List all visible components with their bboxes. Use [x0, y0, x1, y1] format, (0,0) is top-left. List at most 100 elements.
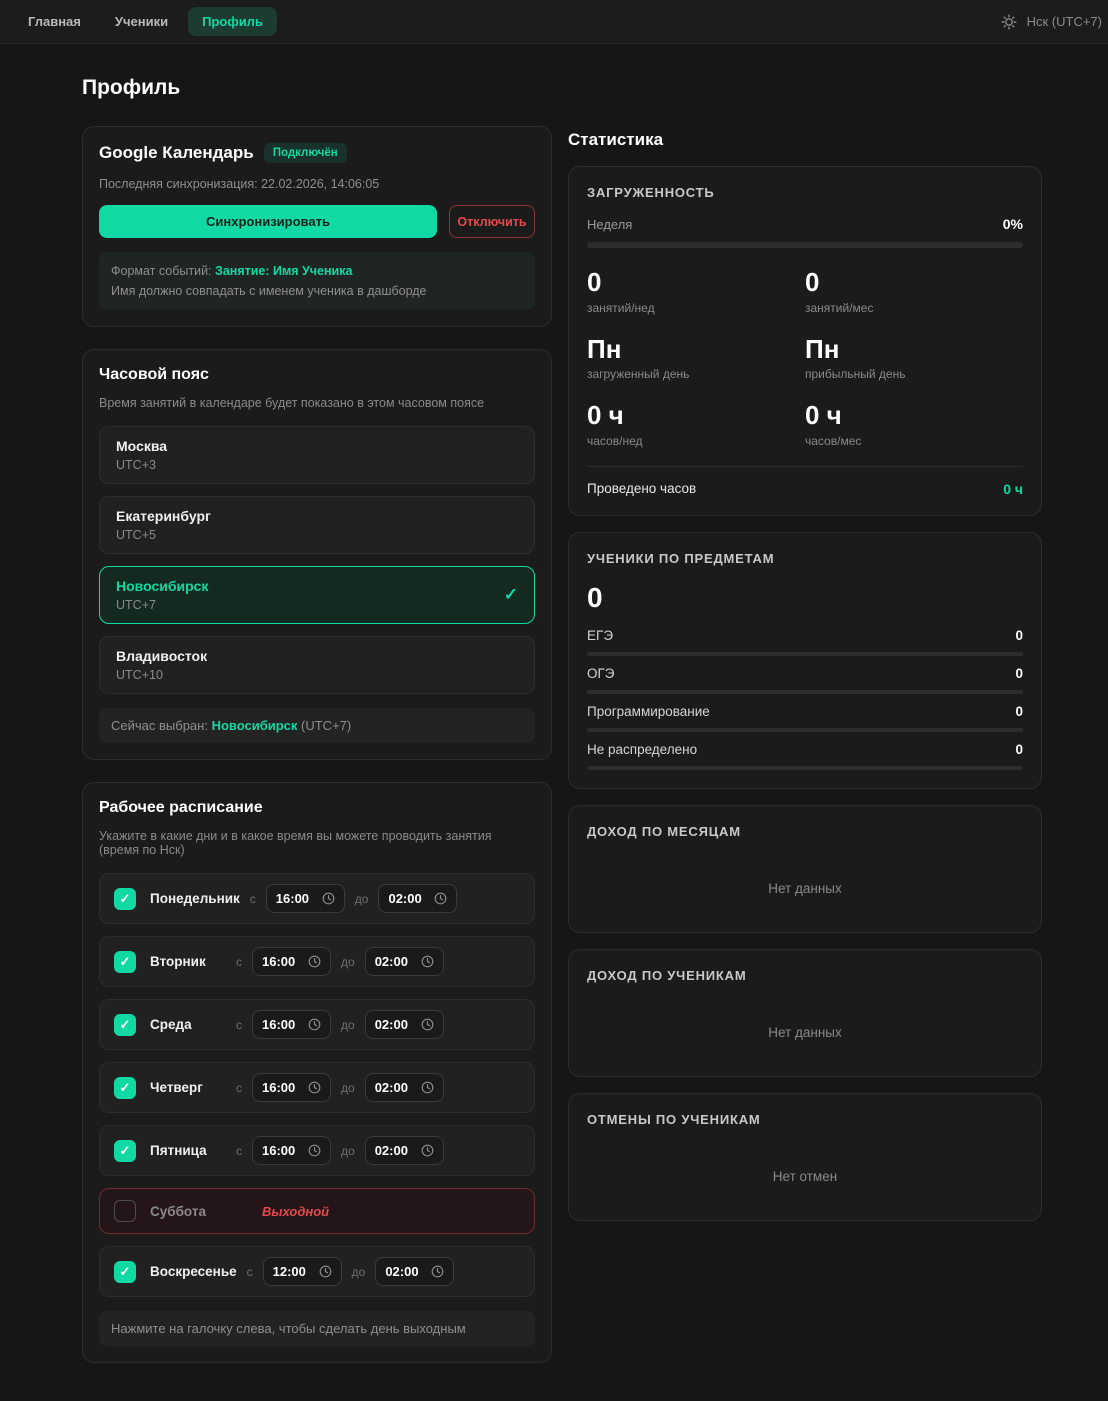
from-label: с: [236, 955, 242, 969]
subject-value: 0: [1015, 742, 1023, 757]
time-from-input[interactable]: [252, 1010, 331, 1039]
left-column: Google Календарь Подключён Последняя син…: [82, 126, 552, 1385]
load-metric: Пн загруженный день: [587, 335, 805, 382]
time-to-input[interactable]: [378, 884, 457, 913]
time-to-input[interactable]: [365, 1010, 444, 1039]
subject-value: 0: [1015, 666, 1023, 681]
time-from-input[interactable]: [263, 1257, 342, 1286]
timezone-option[interactable]: Москва UTC+3: [99, 426, 535, 484]
subject-row: ЕГЭ 0: [587, 628, 1023, 656]
day-checkbox[interactable]: ✓: [114, 1140, 136, 1162]
current-timezone-hint: Сейчас выбран: Новосибирск (UTC+7): [99, 708, 535, 743]
metric-value: 0: [587, 268, 805, 297]
load-metric: 0 занятий/мес: [805, 268, 1023, 315]
day-checkbox[interactable]: ✓: [114, 1014, 136, 1036]
schedule-card-title: Рабочее расписание: [99, 799, 535, 817]
subject-progress-bar: [587, 652, 1023, 656]
load-card-title: ЗАГРУЖЕННОСТЬ: [587, 185, 1023, 200]
time-from-input[interactable]: [252, 1136, 331, 1165]
nav-tab[interactable]: Ученики: [101, 7, 182, 36]
statistics-column: Статистика ЗАГРУЖЕННОСТЬ Неделя 0% 0 зан…: [568, 126, 1042, 1237]
day-checkbox[interactable]: ✓: [114, 888, 136, 910]
nav-tabs: Главная Ученики Профиль: [14, 7, 277, 36]
subject-progress-bar: [587, 690, 1023, 694]
check-icon: ✓: [120, 1080, 131, 1096]
subject-label: Не распределено: [587, 742, 697, 757]
from-label: с: [247, 1265, 253, 1279]
timezone-option[interactable]: Екатеринбург UTC+5: [99, 496, 535, 554]
load-stats-card: ЗАГРУЖЕННОСТЬ Неделя 0% 0 занятий/нед 0: [568, 166, 1042, 516]
disconnect-button[interactable]: Отключить: [449, 205, 535, 238]
timezone-option[interactable]: Новосибирск UTC+7 ✓: [99, 566, 535, 624]
day-checkbox[interactable]: ✓: [114, 1077, 136, 1099]
timezone-city: Екатеринбург: [116, 508, 211, 524]
time-to-value[interactable]: [385, 1264, 425, 1279]
current-timezone-label: Сейчас выбран:: [111, 718, 212, 733]
time-from-value[interactable]: [262, 1080, 302, 1095]
time-to-input[interactable]: [375, 1257, 454, 1286]
schedule-hint: Нажмите на галочку слева, чтобы сделать …: [99, 1311, 535, 1346]
time-from-input[interactable]: [252, 1073, 331, 1102]
week-label: Неделя: [587, 217, 632, 232]
day-name: Вторник: [150, 954, 226, 969]
day-checkbox[interactable]: ✓: [114, 1261, 136, 1283]
subject-label: ОГЭ: [587, 666, 615, 681]
subject-label: Программирование: [587, 704, 710, 719]
theme-toggle-sun-icon[interactable]: [1001, 14, 1017, 30]
time-to-value[interactable]: [375, 1080, 415, 1095]
time-to-input[interactable]: [365, 1073, 444, 1102]
time-to-value[interactable]: [375, 1143, 415, 1158]
empty-card-title: ДОХОД ПО МЕСЯЦАМ: [587, 824, 1023, 839]
time-from-value[interactable]: [262, 1017, 302, 1032]
subject-row: ОГЭ 0: [587, 666, 1023, 694]
timezone-option[interactable]: Владивосток UTC+10: [99, 636, 535, 694]
time-from-value[interactable]: [273, 1264, 313, 1279]
check-icon: ✓: [120, 954, 131, 970]
subject-value: 0: [1015, 628, 1023, 643]
time-to-input[interactable]: [365, 947, 444, 976]
from-label: с: [250, 892, 256, 906]
empty-state-text: Нет отмен: [587, 1143, 1023, 1202]
schedule-day-row: Суббота Выходной: [99, 1188, 535, 1234]
time-to-input[interactable]: [365, 1136, 444, 1165]
empty-state-text: Нет данных: [587, 999, 1023, 1058]
day-name: Среда: [150, 1017, 226, 1032]
time-from-input[interactable]: [266, 884, 345, 913]
schedule-card-description: Укажите в какие дни и в какое время вы м…: [99, 829, 535, 857]
timezone-city: Владивосток: [116, 648, 207, 664]
time-from-input[interactable]: [252, 947, 331, 976]
load-metric: 0 ч часов/нед: [587, 401, 805, 448]
clock-icon: [431, 1265, 444, 1278]
time-from-value[interactable]: [262, 1143, 302, 1158]
day-checkbox[interactable]: [114, 1200, 136, 1222]
nav-tab[interactable]: Главная: [14, 7, 95, 36]
time-to-value[interactable]: [388, 891, 428, 906]
hours-total-label: Проведено часов: [587, 481, 696, 496]
metric-value: Пн: [805, 335, 1023, 364]
day-name: Четверг: [150, 1080, 226, 1095]
schedule-day-row: ✓ Воскресенье с до: [99, 1246, 535, 1297]
metric-label: занятий/мес: [805, 301, 1023, 315]
sync-button[interactable]: Синхронизировать: [99, 205, 437, 238]
to-label: до: [341, 1018, 355, 1032]
metric-value: Пн: [587, 335, 805, 364]
time-to-value[interactable]: [375, 1017, 415, 1032]
subject-label: ЕГЭ: [587, 628, 613, 643]
schedule-day-row: ✓ Пятница с до: [99, 1125, 535, 1176]
time-from-value[interactable]: [262, 954, 302, 969]
nav-right: Нск (UTC+7): [1001, 14, 1104, 30]
metric-value: 0: [805, 268, 1023, 297]
day-checkbox[interactable]: ✓: [114, 951, 136, 973]
to-label: до: [352, 1265, 366, 1279]
timezone-utc-offset: UTC+7: [116, 598, 208, 612]
schedule-day-row: ✓ Вторник с до: [99, 936, 535, 987]
nav-tab[interactable]: Профиль: [188, 7, 277, 36]
last-sync-text: Последняя синхронизация: 22.02.2026, 14:…: [99, 177, 535, 191]
from-label: с: [236, 1144, 242, 1158]
clock-icon: [308, 955, 321, 968]
time-from-value[interactable]: [276, 891, 316, 906]
empty-stat-card: ОТМЕНЫ ПО УЧЕНИКАМ Нет отмен: [568, 1093, 1042, 1221]
week-percent: 0%: [1003, 216, 1023, 232]
time-to-value[interactable]: [375, 954, 415, 969]
google-calendar-card: Google Календарь Подключён Последняя син…: [82, 126, 552, 327]
